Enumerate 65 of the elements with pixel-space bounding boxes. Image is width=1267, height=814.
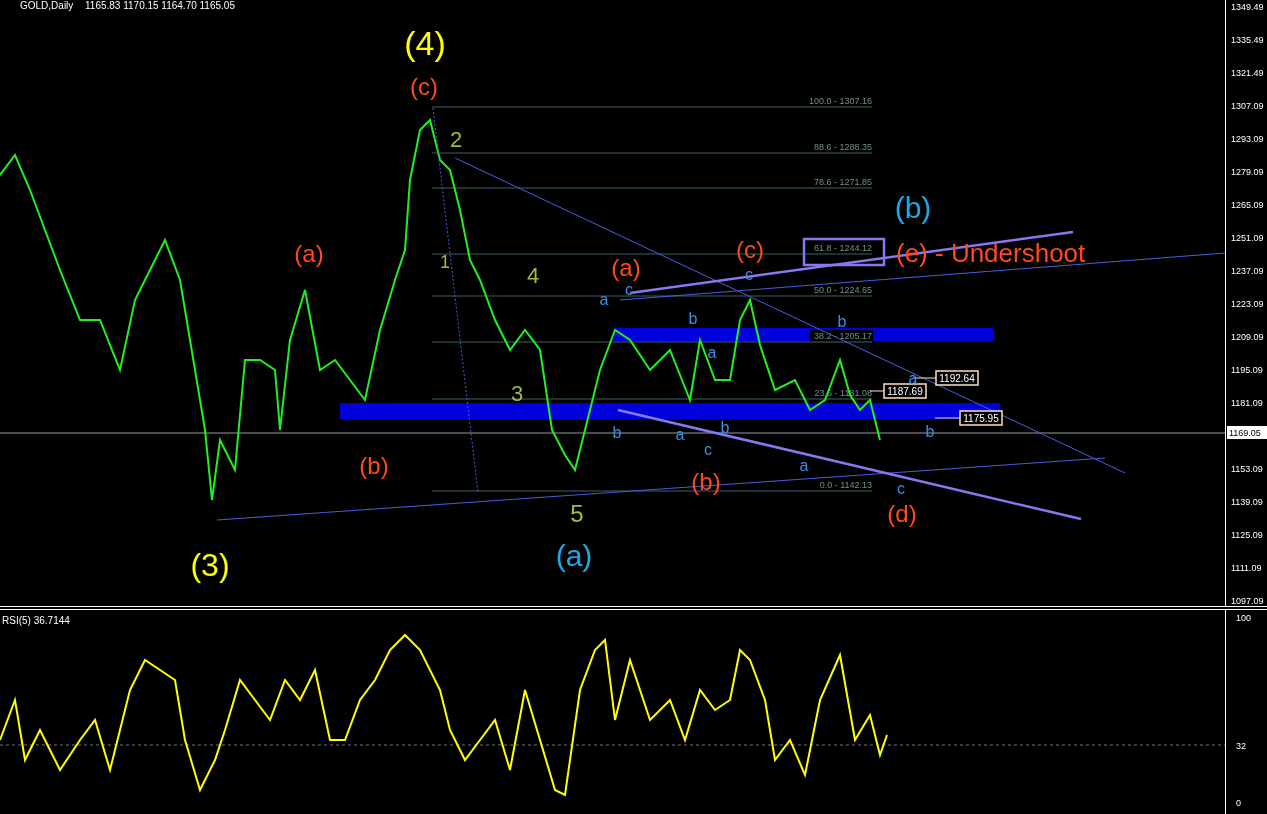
wave-label: a — [675, 426, 685, 443]
price-axis-label: 1237.09 — [1231, 266, 1264, 276]
symbol-title: GOLD,Daily — [20, 0, 74, 11]
fibonacci-level-label: 50.0 - 1224.65 — [813, 285, 872, 295]
price-axis-label: 1335.49 — [1231, 35, 1264, 45]
price-tag: 1192.64 — [935, 370, 979, 386]
price-axis-label: 1209.09 — [1231, 332, 1264, 342]
price-tag: 1187.69 — [883, 383, 927, 399]
fibonacci-level-label: 38.2 - 1205.17 — [813, 331, 872, 341]
price-axis-label: 1125.09 — [1231, 530, 1263, 540]
price-axis-label: 1139.09 — [1231, 497, 1263, 507]
wave-label: (c) — [736, 236, 764, 263]
wave-label: (c) — [410, 73, 438, 100]
ohlc-values: 1165.83 1170.15 1164.70 1165.05 — [85, 0, 235, 11]
price-axis-label: 1111.09 — [1231, 563, 1262, 573]
price-axis-label: 1321.49 — [1231, 68, 1264, 78]
fibonacci-level-label: 78.6 - 1271.85 — [813, 177, 872, 187]
wave-label: (3) — [190, 547, 230, 583]
wave-label: a — [599, 291, 609, 308]
price-tag: 1175.95 — [959, 410, 1003, 426]
price-axis-label: 1265.09 — [1231, 200, 1264, 210]
price-axis-label: 1153.09 — [1231, 464, 1263, 474]
wave-label: (a) — [555, 539, 593, 572]
wave-label: (d) — [887, 500, 917, 527]
rsi-axis-label: 32 — [1236, 741, 1246, 751]
fibonacci-level-label: 88.6 - 1288.35 — [813, 142, 872, 152]
wave-label: b — [720, 419, 730, 436]
wave-label: 3 — [510, 381, 524, 406]
wave-label: c — [897, 480, 905, 497]
leader-line — [934, 417, 961, 419]
rsi-axis-label: 100 — [1236, 613, 1252, 623]
price-axis-label: 1307.09 — [1231, 101, 1264, 111]
price-axis-label: 1181.09 — [1231, 398, 1263, 408]
wave-label: 4 — [526, 263, 540, 288]
wave-label: c — [625, 281, 633, 298]
wave-label: 2 — [449, 127, 463, 152]
price-axis-label: 1195.09 — [1231, 365, 1263, 375]
leader-line — [912, 377, 937, 379]
wave-label: b — [688, 310, 698, 327]
wave-label: (b) — [894, 191, 932, 224]
price-axis-label: 1223.09 — [1231, 299, 1264, 309]
wave-label: b — [925, 423, 935, 440]
wave-label: (4) — [404, 24, 446, 62]
wave-label: 1 — [440, 252, 450, 272]
wave-label: c — [704, 441, 712, 458]
price-axis-label: 1279.09 — [1231, 167, 1264, 177]
price-axis-label: 1349.49 — [1231, 2, 1264, 12]
wave-label: b — [837, 313, 847, 330]
fibonacci-level-label: 61.8 - 1244.12 — [813, 243, 872, 253]
price-axis-label: 1097.09 — [1231, 596, 1264, 606]
current-price-label: 1169.05 — [1227, 426, 1267, 439]
wave-label: a — [799, 457, 809, 474]
price-axis-label: 1251.09 — [1231, 233, 1264, 243]
wave-label: 5 — [570, 500, 584, 527]
wave-label: (a) — [294, 240, 324, 267]
fibonacci-level-label: 0.0 - 1142.13 — [819, 480, 872, 490]
price-axis-label: 1293.09 — [1231, 134, 1264, 144]
leader-line — [869, 390, 885, 392]
wave-label: b — [612, 424, 622, 441]
wave-label: a — [707, 344, 717, 361]
rsi-axis-label: 0 — [1236, 798, 1241, 808]
fibonacci-level-label: 100.0 - 1307.16 — [808, 96, 872, 106]
wave-label: (a) — [611, 254, 641, 281]
rsi-label: RSI(5) 36.7144 — [2, 615, 70, 626]
wave-label: (b) — [359, 452, 389, 479]
